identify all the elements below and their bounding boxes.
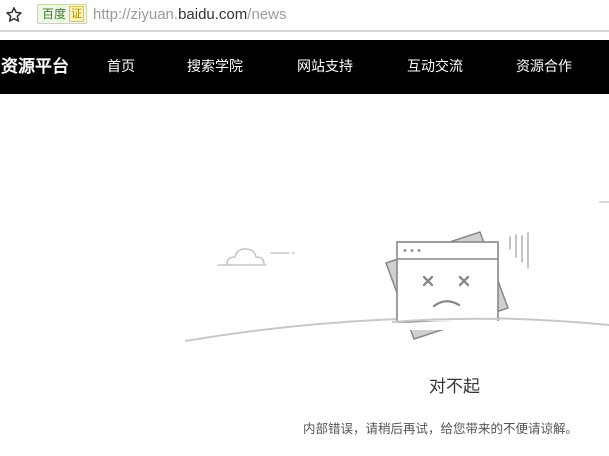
error-message: 内部错误，请稍后再试，给您带来的不便请谅解。: [303, 421, 579, 436]
url-field[interactable]: http://ziyuan.baidu.com/news: [93, 5, 286, 25]
badge-label: 百度: [42, 7, 67, 21]
url-prefix: http://ziyuan.: [93, 6, 179, 23]
nav-item-site-support[interactable]: 网站支持: [297, 58, 353, 76]
error-title: 对不起: [429, 377, 480, 397]
url-path: /news: [247, 6, 287, 23]
url-domain: baidu.com: [178, 6, 248, 23]
baidu-verified-badge[interactable]: 百度 证: [37, 4, 88, 24]
nav-item-home[interactable]: 首页: [107, 58, 135, 76]
nav-item-cooperation[interactable]: 资源合作: [516, 58, 572, 76]
motion-lines-icon: [509, 232, 529, 269]
star-bookmark-icon[interactable]: [5, 6, 23, 24]
certificate-icon: 证: [69, 6, 85, 22]
brand-title[interactable]: 资源平台: [1, 56, 69, 78]
top-navigation: 资源平台 首页 搜索学院 网站支持 互动交流 资源合作: [0, 40, 609, 94]
nav-item-community[interactable]: 互动交流: [407, 58, 463, 76]
error-illustration: [184, 201, 609, 342]
broken-window-icon: [385, 231, 509, 340]
nav-item-search-academy[interactable]: 搜索学院: [187, 58, 243, 76]
address-bar: 百度 证 http://ziyuan.baidu.com/news: [0, 0, 609, 32]
cloud-icon: [217, 248, 295, 266]
